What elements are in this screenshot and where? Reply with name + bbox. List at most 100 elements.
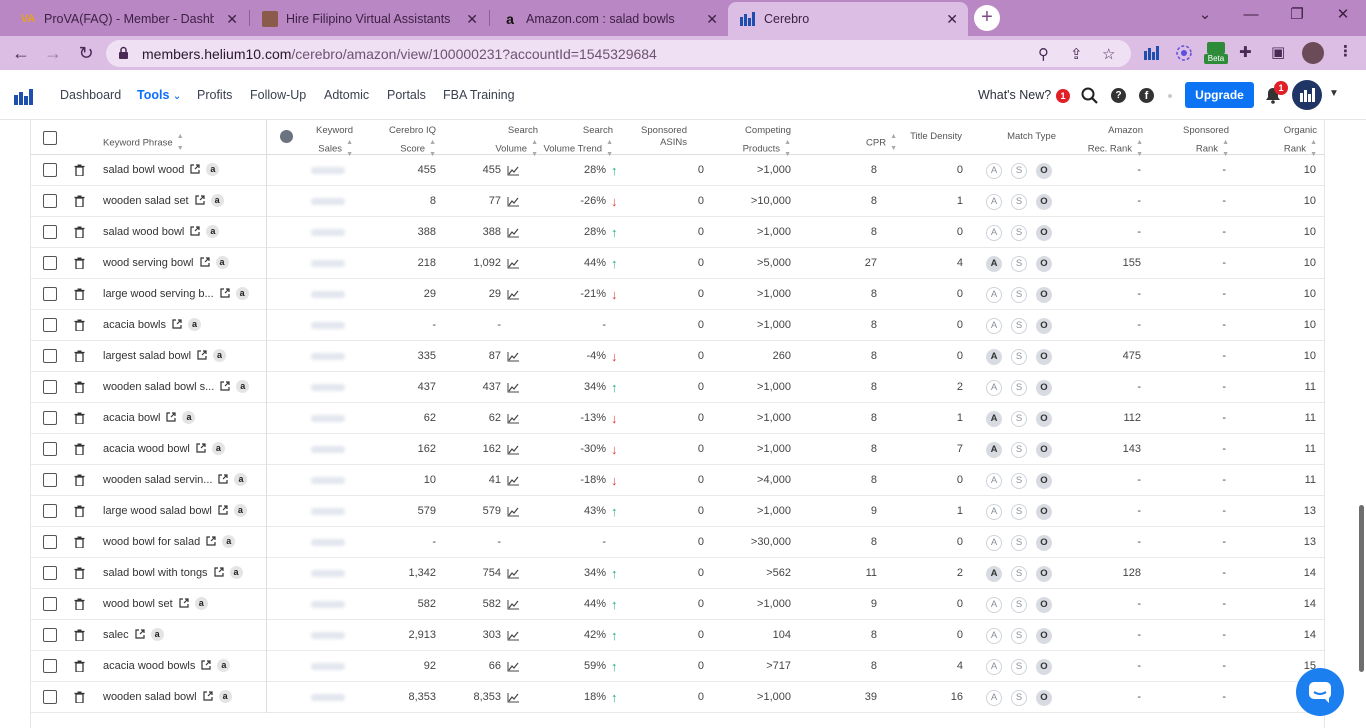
row-checkbox[interactable] (43, 690, 57, 704)
table-row[interactable]: wood bowl set a 582 582 44% ↑ 0 >1,000 9 … (31, 589, 1324, 620)
match-type-a[interactable]: A (986, 225, 1002, 241)
row-checkbox[interactable] (43, 535, 57, 549)
match-type-s[interactable]: S (1011, 318, 1027, 334)
match-type-s[interactable]: S (1011, 287, 1027, 303)
account-avatar[interactable] (1292, 80, 1322, 110)
keyword-text[interactable]: acacia wood bowls (103, 660, 195, 672)
atom-extension-icon[interactable] (1175, 44, 1193, 62)
keyword-text[interactable]: large wood serving b... (103, 288, 214, 300)
trend-chart-icon[interactable] (507, 166, 519, 176)
amazon-icon[interactable]: a (234, 473, 248, 486)
keyword-text[interactable]: salad wood bowl (103, 226, 184, 238)
bookmark-star-icon[interactable]: ☆ (1102, 45, 1115, 63)
header-title-density[interactable]: Title Density (906, 131, 962, 143)
close-tab-icon[interactable]: ✕ (946, 11, 958, 28)
row-checkbox[interactable] (43, 504, 57, 518)
match-type-o[interactable]: O (1036, 194, 1052, 210)
nav-dashboard[interactable]: Dashboard (60, 88, 121, 102)
table-row[interactable]: salad wood bowl a 388 388 28% ↑ 0 >1,000 … (31, 217, 1324, 248)
header-keyword-phrase[interactable]: Keyword Phrase▲ ▼ (103, 131, 184, 155)
match-type-a[interactable]: A (986, 411, 1002, 427)
header-search-volume[interactable]: Search Volume▲ ▼ (466, 125, 538, 161)
nav-profits[interactable]: Profits (197, 88, 232, 102)
keyword-text[interactable]: wooden salad set (103, 195, 189, 207)
chat-button[interactable] (1296, 668, 1344, 716)
match-type-s[interactable]: S (1011, 380, 1027, 396)
browser-tab-prova[interactable]: VA ProVA(FAQ) - Member - Dashboard ✕ (8, 2, 248, 36)
trend-chart-icon[interactable] (507, 383, 519, 393)
trash-icon[interactable] (74, 567, 85, 579)
keyword-text[interactable]: wood bowl for salad (103, 536, 200, 548)
match-type-a[interactable]: A (986, 690, 1002, 706)
trash-icon[interactable] (74, 474, 85, 486)
tab-search-icon[interactable]: ⌄ (1182, 0, 1228, 30)
trash-icon[interactable] (74, 226, 85, 238)
external-link-icon[interactable] (179, 598, 189, 608)
row-checkbox[interactable] (43, 163, 57, 177)
external-link-icon[interactable] (201, 660, 211, 670)
trend-chart-icon[interactable] (507, 600, 519, 610)
trash-icon[interactable] (74, 598, 85, 610)
trash-icon[interactable] (74, 443, 85, 455)
match-type-a[interactable]: A (986, 566, 1002, 582)
match-type-a[interactable]: A (986, 628, 1002, 644)
external-link-icon[interactable] (196, 443, 206, 453)
match-type-a[interactable]: A (986, 442, 1002, 458)
keyword-text[interactable]: salad bowl wood (103, 164, 184, 176)
amazon-icon[interactable]: a (210, 194, 224, 207)
nav-adtomic[interactable]: Adtomic (324, 88, 369, 102)
amazon-icon[interactable]: a (233, 504, 247, 517)
keyword-text[interactable]: acacia wood bowl (103, 443, 190, 455)
keyword-text[interactable]: acacia bowls (103, 319, 166, 331)
match-type-s[interactable]: S (1011, 411, 1027, 427)
trend-chart-icon[interactable] (507, 445, 519, 455)
table-row[interactable]: acacia bowls a - - - 0 >1,000 8 0 ASO - -… (31, 310, 1324, 341)
row-checkbox[interactable] (43, 380, 57, 394)
row-checkbox[interactable] (43, 349, 57, 363)
match-type-o[interactable]: O (1036, 659, 1052, 675)
helium10-extension-icon[interactable] (1143, 44, 1161, 62)
forward-icon[interactable]: → (42, 42, 64, 64)
page-scrollbar[interactable] (1359, 505, 1364, 672)
nav-fba-training[interactable]: FBA Training (443, 88, 515, 102)
match-type-s[interactable]: S (1011, 349, 1027, 365)
trash-icon[interactable] (74, 536, 85, 548)
match-type-a[interactable]: A (986, 380, 1002, 396)
header-cpr[interactable]: CPR▲ ▼ (851, 131, 897, 155)
trash-icon[interactable] (74, 629, 85, 641)
keyword-text[interactable]: acacia bowl (103, 412, 160, 424)
back-icon[interactable]: ← (10, 42, 32, 64)
facebook-icon[interactable]: f (1139, 88, 1154, 103)
minimize-icon[interactable]: — (1228, 0, 1274, 30)
external-link-icon[interactable] (199, 257, 210, 267)
beta-extension-icon[interactable]: Beta (1204, 42, 1228, 64)
browser-tab-hire[interactable]: Hire Filipino Virtual Assistants | Fi ✕ (250, 2, 488, 36)
nav-tools[interactable]: Tools ⌄ (137, 88, 181, 102)
amazon-icon[interactable]: a (217, 659, 231, 672)
row-checkbox[interactable] (43, 256, 57, 270)
match-type-o[interactable]: O (1036, 597, 1052, 613)
reload-icon[interactable]: ↻ (75, 42, 97, 64)
keyword-text[interactable]: salad bowl with tongs (103, 567, 208, 579)
match-type-a[interactable]: A (986, 504, 1002, 520)
match-type-a[interactable]: A (986, 256, 1002, 272)
trash-icon[interactable] (74, 660, 85, 672)
row-checkbox[interactable] (43, 473, 57, 487)
amazon-icon[interactable]: a (218, 690, 232, 703)
trend-chart-icon[interactable] (507, 569, 519, 579)
row-checkbox[interactable] (43, 225, 57, 239)
match-type-o[interactable]: O (1036, 380, 1052, 396)
amazon-icon[interactable]: a (235, 287, 249, 300)
upgrade-button[interactable]: Upgrade (1185, 82, 1254, 108)
match-type-s[interactable]: S (1011, 535, 1027, 551)
match-type-o[interactable]: O (1036, 504, 1052, 520)
header-match-type[interactable]: Match Type (1001, 131, 1056, 143)
match-type-o[interactable]: O (1036, 287, 1052, 303)
trend-chart-icon[interactable] (507, 352, 519, 362)
match-type-a[interactable]: A (986, 163, 1002, 179)
amazon-icon[interactable]: a (194, 597, 208, 610)
trash-icon[interactable] (74, 691, 85, 703)
trend-chart-icon[interactable] (507, 693, 519, 703)
trend-chart-icon[interactable] (507, 259, 519, 269)
match-type-a[interactable]: A (986, 349, 1002, 365)
